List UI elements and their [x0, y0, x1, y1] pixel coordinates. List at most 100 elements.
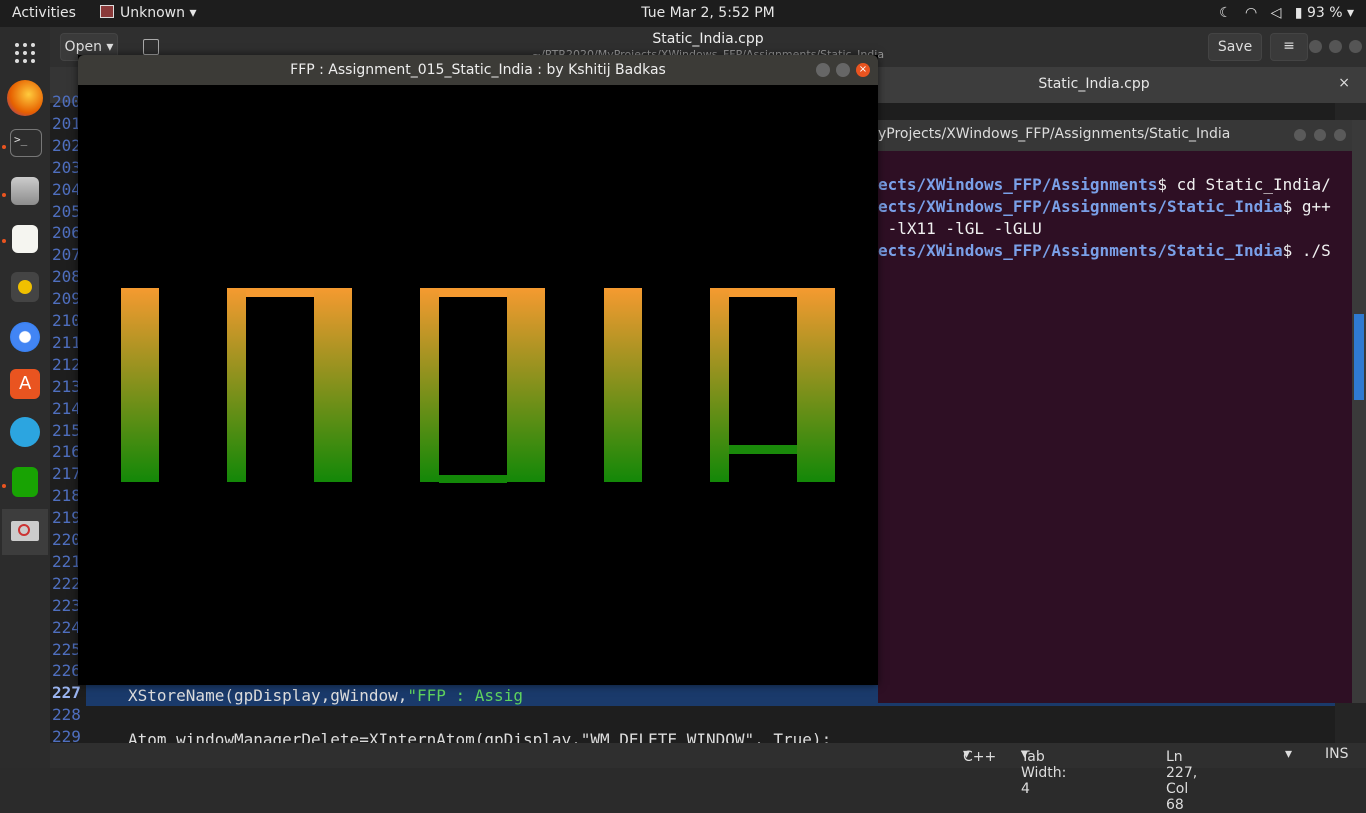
opengl-window[interactable]: FFP : Assignment_015_Static_India : by K… — [78, 55, 878, 685]
close-icon[interactable]: × — [856, 63, 870, 77]
line-number: 205 — [52, 201, 81, 221]
language-selector[interactable]: C++ ▾ — [963, 746, 996, 765]
line-number: 215 — [52, 420, 81, 440]
line-number: 223 — [52, 595, 81, 615]
letter-d-bottom-stroke — [439, 475, 507, 483]
command-text: $ ./S — [1282, 241, 1331, 260]
terminal-title: yProjects/XWindows_FFP/Assignments/Stati… — [878, 126, 1231, 142]
minimize-icon[interactable] — [1309, 40, 1322, 53]
spreadsheet-icon[interactable] — [12, 467, 38, 497]
wifi-icon: ◠ — [1245, 5, 1258, 21]
save-button[interactable]: Save — [1208, 33, 1262, 61]
editor-title: Static_India.cpp — [652, 31, 764, 47]
letter-d-right-stroke — [507, 288, 545, 482]
command-text: -lX11 -lGL -lGLU — [878, 219, 1042, 238]
minimize-icon[interactable] — [816, 63, 830, 77]
line-number: 216 — [52, 442, 81, 462]
system-tray[interactable]: ☾ ◠ ◁ ▮ 93 % ▾ — [1219, 5, 1354, 21]
code-string: "FFP : Assig — [407, 686, 523, 705]
terminal-icon[interactable]: >_ — [10, 129, 42, 157]
line-number: 214 — [52, 398, 81, 418]
chevron-down-icon[interactable]: ▾ — [1285, 746, 1292, 762]
line-number: 206 — [52, 223, 81, 243]
line-number: 222 — [52, 573, 81, 593]
app-running-icon[interactable] — [2, 509, 48, 555]
scrollbar[interactable] — [1352, 120, 1366, 703]
line-number: 209 — [52, 289, 81, 309]
terminal-line: ects/XWindows_FFP/Assignments/Static_Ind… — [878, 197, 1331, 216]
letter-a-crossbar — [729, 445, 797, 454]
clock[interactable]: Tue Mar 2, 5:52 PM — [0, 5, 1366, 21]
chromium-icon[interactable] — [10, 322, 40, 352]
prompt-path: ects/XWindows_FFP/Assignments/Static_Ind… — [878, 197, 1283, 216]
letter-n-right-stroke — [314, 288, 352, 482]
tab-static-india[interactable]: Static_India.cpp × — [878, 67, 1366, 103]
letter-i2-stroke — [604, 288, 642, 482]
terminal-line: -lX11 -lGL -lGLU — [878, 219, 1042, 238]
line-number: 228 — [52, 705, 81, 725]
maximize-icon[interactable] — [1329, 40, 1342, 53]
tab-close-icon[interactable]: × — [1338, 75, 1350, 91]
running-indicator — [2, 145, 6, 149]
line-number: 207 — [52, 245, 81, 265]
line-number: 221 — [52, 551, 81, 571]
terminal-header: yProjects/XWindows_FFP/Assignments/Stati… — [878, 120, 1352, 151]
line-number: 227 — [52, 683, 81, 703]
telegram-icon[interactable] — [10, 417, 40, 447]
firefox-icon[interactable] — [7, 80, 43, 116]
letter-i-stroke — [121, 288, 159, 482]
tab-width-label: Tab Width: 4 — [1021, 749, 1067, 797]
files-icon[interactable] — [11, 177, 39, 205]
insert-mode: INS — [1325, 746, 1349, 762]
tab-label: Static_India.cpp — [1038, 76, 1150, 92]
language-label: C++ — [963, 749, 997, 765]
tab-width-selector[interactable]: Tab Width: 4 ▾ — [1021, 746, 1066, 797]
line-number: 211 — [52, 332, 81, 352]
line-number: 220 — [52, 530, 81, 549]
text-editor-icon[interactable] — [12, 225, 38, 253]
minimize-icon[interactable] — [1294, 129, 1306, 141]
status-bar: C++ ▾ Tab Width: 4 ▾ Ln 227, Col 68 ▾ IN… — [50, 743, 1366, 813]
close-icon[interactable] — [1349, 40, 1362, 53]
cursor-label: Ln 227, Col 68 — [1166, 749, 1198, 813]
hamburger-menu-icon[interactable]: ≡ — [1270, 33, 1308, 61]
line-number: 203 — [52, 157, 81, 177]
line-number: 200 — [52, 92, 81, 111]
rhythmbox-icon[interactable] — [11, 272, 39, 302]
running-indicator — [2, 193, 6, 197]
letter-d-top-stroke — [439, 288, 507, 297]
command-text: $ g++ — [1282, 197, 1331, 216]
letter-n-left-stroke — [227, 288, 246, 482]
letter-a-left-stroke — [710, 288, 729, 482]
software-center-icon[interactable]: A — [10, 369, 40, 399]
line-number: 217 — [52, 464, 81, 484]
command-text: $ cd Static_India/ — [1157, 175, 1331, 194]
line-number: 202 — [52, 135, 81, 155]
close-icon[interactable] — [1334, 129, 1346, 141]
scroll-thumb[interactable] — [1354, 314, 1364, 400]
letter-n-top-stroke — [246, 288, 314, 297]
night-light-icon: ☾ — [1219, 5, 1232, 21]
line-number: 219 — [52, 508, 81, 528]
top-bar: Activities Unknown ▾ Tue Mar 2, 5:52 PM … — [0, 0, 1366, 27]
letter-d-left-stroke — [420, 288, 439, 482]
opengl-window-title: FFP : Assignment_015_Static_India : by K… — [290, 62, 666, 78]
terminal-window[interactable]: yProjects/XWindows_FFP/Assignments/Stati… — [878, 120, 1352, 703]
opengl-window-header: FFP : Assignment_015_Static_India : by K… — [78, 55, 878, 85]
running-indicator — [2, 484, 6, 488]
line-number: 213 — [52, 376, 81, 396]
terminal-line: ects/XWindows_FFP/Assignments/Static_Ind… — [878, 241, 1331, 260]
letter-a-right-stroke — [797, 288, 835, 482]
line-number: 212 — [52, 354, 81, 374]
battery-icon: ▮ — [1294, 5, 1303, 21]
line-number: 208 — [52, 267, 81, 287]
dock: >_ A — [0, 27, 50, 768]
code-text: XStoreName(gpDisplay,gWindow, — [128, 686, 408, 705]
maximize-icon[interactable] — [1314, 129, 1326, 141]
code-line-227[interactable]: XStoreName(gpDisplay,gWindow,"FFP : Assi… — [128, 686, 523, 705]
prompt-path: ects/XWindows_FFP/Assignments — [878, 175, 1158, 194]
show-apps-icon[interactable] — [7, 35, 43, 71]
chevron-down-icon: ▾ — [1346, 5, 1354, 21]
line-number: 224 — [52, 617, 81, 637]
maximize-icon[interactable] — [836, 63, 850, 77]
